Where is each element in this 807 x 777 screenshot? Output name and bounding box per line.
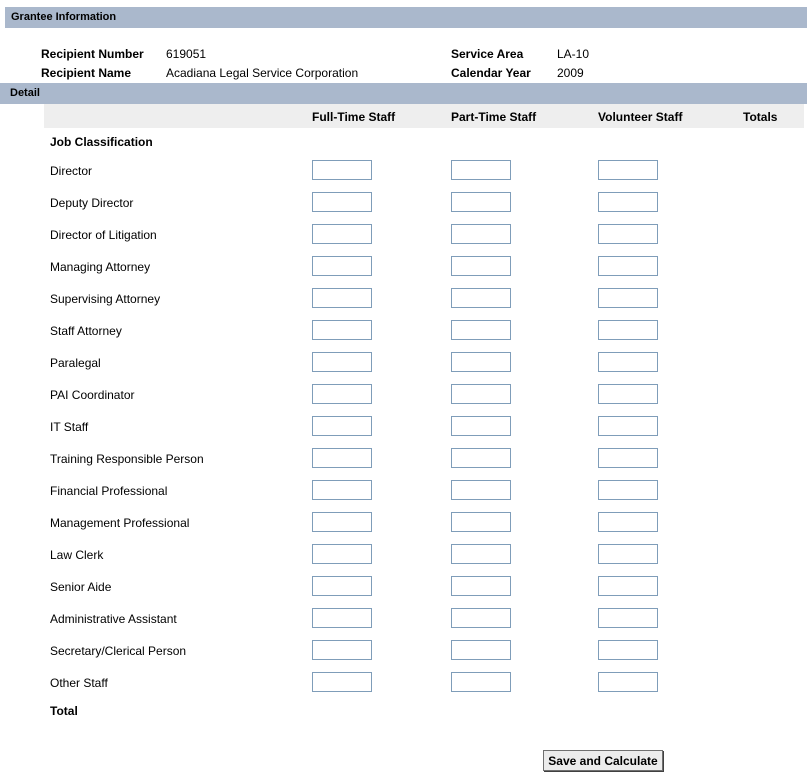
part-time-input-9[interactable]: [451, 448, 511, 468]
save-and-calculate-button[interactable]: Save and Calculate: [543, 750, 663, 771]
part-time-input-6[interactable]: [451, 352, 511, 372]
row-label-0: Director: [50, 164, 93, 178]
full-time-input-7[interactable]: [312, 384, 372, 404]
full-time-input-14[interactable]: [312, 608, 372, 628]
full-time-input-16[interactable]: [312, 672, 372, 692]
part-time-input-10[interactable]: [451, 480, 511, 500]
row-label-12: Law Clerk: [50, 548, 104, 562]
row-label-14: Administrative Assistant: [50, 612, 177, 626]
recipient-name-value: Acadiana Legal Service Corporation: [166, 66, 359, 80]
column-totals: Totals: [743, 110, 778, 124]
row-label-11: Management Professional: [50, 516, 190, 530]
detail-header: Detail: [0, 83, 807, 104]
volunteer-input-11[interactable]: [598, 512, 658, 532]
volunteer-input-15[interactable]: [598, 640, 658, 660]
full-time-input-12[interactable]: [312, 544, 372, 564]
full-time-input-1[interactable]: [312, 192, 372, 212]
full-time-input-11[interactable]: [312, 512, 372, 532]
volunteer-input-1[interactable]: [598, 192, 658, 212]
part-time-input-2[interactable]: [451, 224, 511, 244]
volunteer-input-16[interactable]: [598, 672, 658, 692]
full-time-input-15[interactable]: [312, 640, 372, 660]
part-time-input-5[interactable]: [451, 320, 511, 340]
volunteer-input-0[interactable]: [598, 160, 658, 180]
part-time-input-14[interactable]: [451, 608, 511, 628]
full-time-input-13[interactable]: [312, 576, 372, 596]
grantee-information-header: Grantee Information: [5, 7, 807, 28]
row-label-6: Paralegal: [50, 356, 101, 370]
part-time-input-7[interactable]: [451, 384, 511, 404]
row-label-9: Training Responsible Person: [50, 452, 204, 466]
calendar-year-value: 2009: [557, 66, 584, 80]
full-time-input-3[interactable]: [312, 256, 372, 276]
full-time-input-4[interactable]: [312, 288, 372, 308]
column-full-time-staff: Full-Time Staff: [312, 110, 396, 124]
part-time-input-0[interactable]: [451, 160, 511, 180]
full-time-input-8[interactable]: [312, 416, 372, 436]
volunteer-input-13[interactable]: [598, 576, 658, 596]
row-label-7: PAI Coordinator: [50, 388, 135, 402]
row-label-15: Secretary/Clerical Person: [50, 644, 187, 658]
part-time-input-4[interactable]: [451, 288, 511, 308]
volunteer-input-4[interactable]: [598, 288, 658, 308]
recipient-name-label: Recipient Name: [41, 66, 132, 80]
part-time-input-1[interactable]: [451, 192, 511, 212]
full-time-input-9[interactable]: [312, 448, 372, 468]
full-time-input-5[interactable]: [312, 320, 372, 340]
service-area-value: LA-10: [557, 47, 590, 61]
volunteer-input-6[interactable]: [598, 352, 658, 372]
row-label-5: Staff Attorney: [50, 324, 122, 338]
recipient-number-value: 619051: [166, 47, 207, 61]
calendar-year-label: Calendar Year: [451, 66, 531, 80]
part-time-input-13[interactable]: [451, 576, 511, 596]
part-time-input-16[interactable]: [451, 672, 511, 692]
part-time-input-12[interactable]: [451, 544, 511, 564]
volunteer-input-12[interactable]: [598, 544, 658, 564]
volunteer-input-7[interactable]: [598, 384, 658, 404]
part-time-input-3[interactable]: [451, 256, 511, 276]
row-label-13: Senior Aide: [50, 580, 112, 594]
volunteer-input-8[interactable]: [598, 416, 658, 436]
full-time-input-10[interactable]: [312, 480, 372, 500]
column-part-time-staff: Part-Time Staff: [451, 110, 537, 124]
column-header-band: [44, 104, 804, 128]
row-label-1: Deputy Director: [50, 196, 134, 210]
part-time-input-11[interactable]: [451, 512, 511, 532]
job-classification-header: Job Classification: [50, 135, 153, 149]
row-label-4: Supervising Attorney: [50, 292, 161, 306]
recipient-number-label: Recipient Number: [41, 47, 144, 61]
volunteer-input-3[interactable]: [598, 256, 658, 276]
volunteer-input-14[interactable]: [598, 608, 658, 628]
volunteer-input-9[interactable]: [598, 448, 658, 468]
row-label-3: Managing Attorney: [50, 260, 151, 274]
full-time-input-2[interactable]: [312, 224, 372, 244]
volunteer-input-10[interactable]: [598, 480, 658, 500]
row-label-10: Financial Professional: [50, 484, 168, 498]
row-label-2: Director of Litigation: [50, 228, 157, 242]
service-area-label: Service Area: [451, 47, 524, 61]
full-time-input-6[interactable]: [312, 352, 372, 372]
row-label-16: Other Staff: [50, 676, 108, 690]
volunteer-input-2[interactable]: [598, 224, 658, 244]
part-time-input-8[interactable]: [451, 416, 511, 436]
row-label-8: IT Staff: [50, 420, 89, 434]
total-row-label: Total: [50, 704, 78, 718]
column-volunteer-staff: Volunteer Staff: [598, 110, 683, 124]
volunteer-input-5[interactable]: [598, 320, 658, 340]
full-time-input-0[interactable]: [312, 160, 372, 180]
part-time-input-15[interactable]: [451, 640, 511, 660]
